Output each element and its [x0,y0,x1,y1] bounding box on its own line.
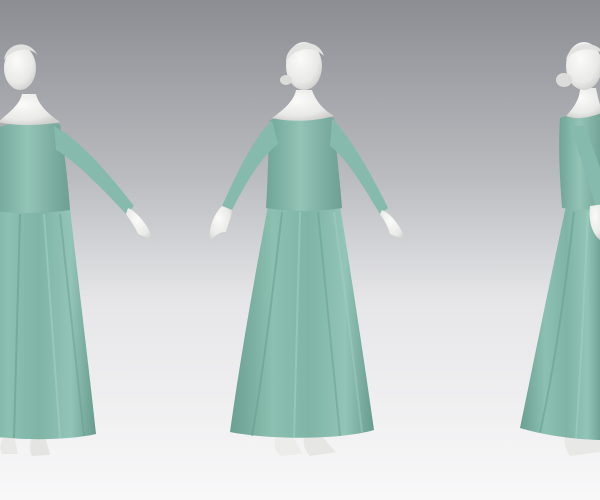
hair-bun [280,75,292,85]
bodice [266,115,342,211]
render-scene [0,0,600,500]
scene-svg [0,0,600,500]
hair-bun [556,73,572,87]
